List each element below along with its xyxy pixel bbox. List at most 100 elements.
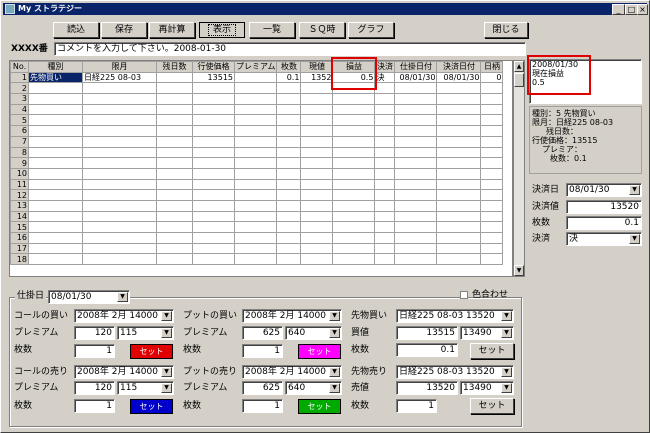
- fut-buy-set-button[interactable]: セット: [470, 343, 514, 359]
- grid-cell[interactable]: [480, 135, 504, 148]
- grid-cell[interactable]: [332, 210, 376, 223]
- grid-cell[interactable]: [233, 103, 278, 116]
- grid-cell[interactable]: [480, 93, 504, 105]
- grid-cell[interactable]: [82, 189, 157, 201]
- grid-cell[interactable]: [28, 178, 83, 191]
- grid-cell[interactable]: [82, 221, 157, 233]
- grid-cell[interactable]: [156, 199, 193, 212]
- grid-cell[interactable]: [394, 210, 438, 223]
- grid-cell[interactable]: [332, 242, 376, 255]
- grid-cell[interactable]: [332, 125, 376, 137]
- grid-cell[interactable]: [28, 125, 83, 137]
- grid-cell[interactable]: [276, 157, 302, 169]
- grid-cell[interactable]: [192, 167, 235, 180]
- list-button[interactable]: 一覧: [249, 22, 295, 38]
- grid-cell[interactable]: [156, 114, 193, 127]
- settle-qty-input[interactable]: 0.1: [566, 216, 642, 230]
- grid-cell[interactable]: [300, 157, 334, 169]
- grid-cell[interactable]: [300, 189, 334, 201]
- call-sell-month-select[interactable]: 2008年 2月 14000 ▼: [74, 365, 174, 379]
- grid-cell[interactable]: [480, 146, 504, 159]
- grid-cell[interactable]: [394, 82, 438, 95]
- grid-cell[interactable]: [300, 103, 334, 116]
- put-sell-set-button[interactable]: セット: [298, 399, 341, 414]
- grid-cell[interactable]: [156, 146, 193, 159]
- grid-cell[interactable]: [300, 221, 334, 233]
- grid-cell[interactable]: [156, 189, 193, 201]
- fut-buy-price-select[interactable]: 13490 ▼: [460, 326, 514, 340]
- grid-cell[interactable]: [394, 178, 438, 191]
- grid-cell[interactable]: [480, 189, 504, 201]
- grid-cell[interactable]: [300, 242, 334, 255]
- grid-cell[interactable]: [436, 103, 482, 116]
- grid-cell[interactable]: [82, 242, 157, 255]
- display-button[interactable]: 表示: [199, 22, 245, 38]
- call-sell-strike-select[interactable]: 115 ▼: [117, 381, 174, 395]
- grid-cell[interactable]: [233, 114, 278, 127]
- table-row[interactable]: 8: [10, 146, 504, 159]
- grid-cell[interactable]: [276, 125, 302, 137]
- grid-cell[interactable]: [436, 221, 482, 233]
- table-row[interactable]: 11: [10, 178, 504, 191]
- grid-cell[interactable]: [374, 167, 396, 180]
- grid-cell[interactable]: [233, 167, 278, 180]
- grid-cell[interactable]: [28, 135, 83, 148]
- grid-cell[interactable]: [82, 103, 157, 116]
- grid-cell[interactable]: [156, 178, 193, 191]
- cell-kind[interactable]: 先物買い: [28, 71, 83, 84]
- grid-cell[interactable]: [436, 189, 482, 201]
- scroll-up-icon[interactable]: ▲: [514, 61, 524, 72]
- save-button[interactable]: 保存: [101, 22, 147, 38]
- table-row[interactable]: 16: [10, 232, 504, 244]
- grid-cell[interactable]: [276, 82, 302, 95]
- grid-cell[interactable]: [156, 210, 193, 223]
- grid-cell[interactable]: [276, 199, 302, 212]
- grid-cell[interactable]: [480, 125, 504, 137]
- grid-cell[interactable]: [374, 189, 396, 201]
- grid-cell[interactable]: [374, 93, 396, 105]
- grid-cell[interactable]: [374, 125, 396, 137]
- cell-close-date[interactable]: 08/01/30: [436, 71, 482, 84]
- grid-cell[interactable]: [276, 232, 302, 244]
- grid-cell[interactable]: [374, 114, 396, 127]
- grid-cell[interactable]: [156, 135, 193, 148]
- call-buy-strike-select[interactable]: 115 ▼: [117, 326, 174, 340]
- grid-cell[interactable]: [192, 114, 235, 127]
- table-row[interactable]: 14: [10, 210, 504, 223]
- grid-cell[interactable]: [156, 221, 193, 233]
- grid-cell[interactable]: [82, 125, 157, 137]
- call-sell-qty-input[interactable]: 1: [74, 399, 115, 413]
- grid-cell[interactable]: [394, 93, 438, 105]
- cell-span[interactable]: 0: [480, 71, 504, 84]
- grid-cell[interactable]: [233, 157, 278, 169]
- color-match-checkbox[interactable]: [460, 291, 468, 299]
- table-row[interactable]: 17: [10, 242, 504, 255]
- table-row[interactable]: 7: [10, 135, 504, 148]
- grid-cell[interactable]: [300, 146, 334, 159]
- grid-cell[interactable]: [436, 210, 482, 223]
- grid-cell[interactable]: [276, 103, 302, 116]
- settle-price-input[interactable]: 13520: [566, 200, 642, 214]
- grid-cell[interactable]: [300, 178, 334, 191]
- grid-cell[interactable]: [276, 114, 302, 127]
- fut-sell-qty-input[interactable]: 1: [396, 399, 437, 413]
- table-row[interactable]: 13: [10, 199, 504, 212]
- grid-cell[interactable]: [332, 189, 376, 201]
- grid-cell[interactable]: [276, 242, 302, 255]
- grid-cell[interactable]: [436, 135, 482, 148]
- grid-cell[interactable]: [233, 82, 278, 95]
- grid-cell[interactable]: [192, 232, 235, 244]
- table-row[interactable]: 9: [10, 157, 504, 169]
- chevron-down-icon[interactable]: ▼: [629, 234, 640, 244]
- grid-cell[interactable]: [374, 157, 396, 169]
- grid-cell[interactable]: [192, 253, 235, 266]
- grid-cell[interactable]: [300, 114, 334, 127]
- chevron-down-icon[interactable]: ▼: [329, 367, 340, 377]
- grid-cell[interactable]: [394, 125, 438, 137]
- grid-cell[interactable]: [156, 82, 193, 95]
- grid-cell[interactable]: [233, 232, 278, 244]
- call-buy-prem-input[interactable]: 120: [74, 326, 115, 340]
- grid-cell[interactable]: [192, 178, 235, 191]
- grid-cell[interactable]: [28, 146, 83, 159]
- grid-cell[interactable]: [332, 253, 376, 266]
